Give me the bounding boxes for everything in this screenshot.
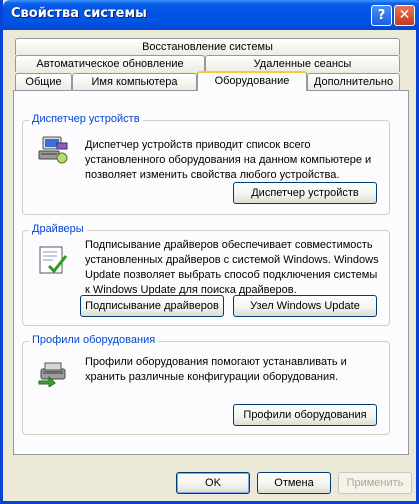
driver-signing-icon xyxy=(39,246,68,274)
hardware-profiles-icon xyxy=(38,362,66,387)
tab-automatic-updates[interactable]: Автоматическое обновление xyxy=(15,55,205,72)
system-properties-window: Свойства системы ? ✕ Восстановление сист… xyxy=(0,0,419,504)
tab-label: Имя компьютера xyxy=(91,76,178,88)
tab-remote-sessions[interactable]: Удаленные сеансы xyxy=(205,55,400,72)
description-line: Профили оборудования помогают устанавлив… xyxy=(85,356,347,368)
device-manager-description: Диспетчер устройств приводит список всег… xyxy=(85,138,371,183)
hardware-profiles-description: Профили оборудования помогают устанавлив… xyxy=(85,355,347,385)
window-title: Свойства системы xyxy=(11,6,147,21)
description-line: позволяет изменить свойства любого устро… xyxy=(85,169,340,181)
help-icon: ? xyxy=(377,8,386,23)
description-line: Update позволяет выбрать способ подключе… xyxy=(85,269,378,281)
ok-button[interactable]: OK xyxy=(176,472,250,494)
description-line: хранить различные конфигурации оборудова… xyxy=(85,371,339,383)
description-line: установленного оборудования на данном ко… xyxy=(85,154,372,166)
title-bar[interactable]: Свойства системы ? ✕ xyxy=(3,0,419,30)
help-button[interactable]: ? xyxy=(371,5,392,26)
description-line: Подписывание драйверов обеспечивает совм… xyxy=(85,239,373,251)
group-title: Профили оборудования xyxy=(29,334,159,346)
driver-signing-button[interactable]: Подписывание драйверов xyxy=(80,295,224,317)
tab-label: Дополнительно xyxy=(313,76,394,88)
device-manager-icon xyxy=(38,136,68,164)
tab-system-restore[interactable]: Восстановление системы xyxy=(15,38,400,55)
tab-label: Общие xyxy=(25,76,62,88)
tab-hardware[interactable]: Оборудование xyxy=(197,71,307,91)
group-title: Драйверы xyxy=(29,223,87,235)
close-button[interactable]: ✕ xyxy=(394,5,415,26)
tab-general[interactable]: Общие xyxy=(15,73,72,90)
tab-advanced[interactable]: Дополнительно xyxy=(307,73,400,90)
tab-label: Восстановление системы xyxy=(142,41,273,53)
windows-update-button[interactable]: Узел Windows Update xyxy=(233,295,377,317)
close-icon: ✕ xyxy=(398,7,411,23)
cancel-button[interactable]: Отмена xyxy=(257,472,331,494)
drivers-description: Подписывание драйверов обеспечивает совм… xyxy=(85,238,379,298)
device-manager-button[interactable]: Диспетчер устройств xyxy=(233,182,377,204)
tab-computer-name[interactable]: Имя компьютера xyxy=(72,73,197,90)
description-line: установленных драйверов с системой Windo… xyxy=(85,254,379,266)
apply-button[interactable]: Применить xyxy=(338,472,412,494)
tab-label: Удаленные сеансы xyxy=(253,58,352,70)
tab-label: Оборудование xyxy=(214,75,290,87)
description-line: Диспетчер устройств приводит список всег… xyxy=(85,139,311,151)
hardware-profiles-button[interactable]: Профили оборудования xyxy=(233,404,377,426)
group-title: Диспетчер устройств xyxy=(29,113,143,125)
tab-label: Автоматическое обновление xyxy=(36,58,184,70)
